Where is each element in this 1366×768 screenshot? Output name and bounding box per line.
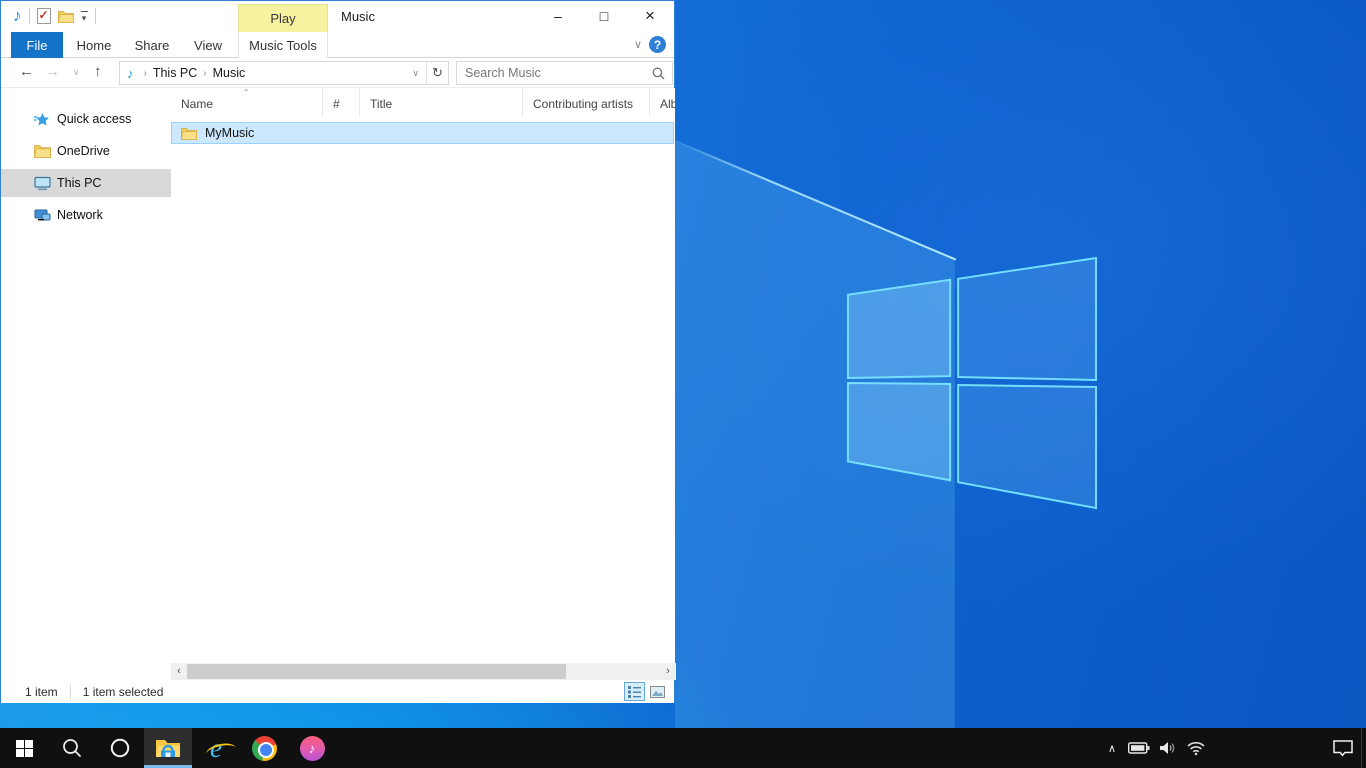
action-center-icon[interactable] (1333, 740, 1353, 757)
music-app-icon: ♪ (13, 6, 22, 26)
search-icon (652, 67, 665, 80)
breadcrumb-chevron-icon: › (144, 68, 147, 79)
cortana-button[interactable] (96, 728, 144, 768)
minimize-button[interactable]: – (535, 1, 581, 31)
taskbar-search-button[interactable] (48, 728, 96, 768)
scroll-right-icon[interactable]: › (660, 663, 676, 680)
volume-icon[interactable] (1160, 741, 1177, 755)
battery-icon[interactable] (1128, 742, 1150, 754)
breadcrumb-chevron-icon: › (203, 68, 206, 79)
quick-access-toolbar: ♪ ✓ ▾ (13, 6, 96, 26)
itunes-icon: ♪ (300, 736, 325, 761)
column-header-name[interactable]: ⌃ Name (171, 88, 323, 117)
selection-count: 1 item selected (83, 685, 164, 699)
internet-explorer-icon: e (210, 735, 222, 761)
thumbnail-view-icon (650, 686, 665, 698)
folder-icon (181, 127, 197, 140)
title-bar: ♪ ✓ ▾ Play Music – □ × (1, 1, 674, 32)
recent-locations-icon[interactable]: ∨ (73, 67, 80, 78)
forward-button[interactable]: → (45, 63, 60, 80)
computer-icon (34, 176, 51, 191)
wifi-icon[interactable] (1187, 741, 1205, 755)
sidebar-item-network[interactable]: Network (1, 201, 171, 229)
column-headers: ⌃ Name # Title Contributing artists Alb (171, 88, 675, 117)
thumbnail-view-button[interactable] (647, 682, 668, 701)
start-button[interactable] (0, 728, 48, 768)
search-input[interactable]: Search Music (456, 61, 673, 85)
column-header-number[interactable]: # (323, 88, 360, 117)
toolbar-separator (95, 8, 96, 24)
onedrive-folder-icon (34, 144, 51, 158)
tab-file[interactable]: File (11, 32, 63, 58)
maximize-button[interactable]: □ (581, 1, 627, 31)
windows-logo (843, 250, 1101, 518)
navigation-pane: Quick access OneDrive This PC (1, 88, 171, 680)
quick-access-star-icon (34, 112, 51, 127)
hidden-icons-chevron[interactable]: ∧ (1108, 742, 1116, 755)
address-bar[interactable]: ♪ › This PC › Music ∨ ↻ (119, 61, 449, 85)
tab-home[interactable]: Home (71, 32, 117, 58)
navigation-bar: ← → ∨ ↑ ♪ › This PC › Music ∨ ↻ Search M… (1, 58, 674, 88)
tab-view[interactable]: View (185, 32, 231, 58)
column-header-album[interactable]: Alb (650, 88, 675, 117)
expand-ribbon-icon[interactable]: ∨ (634, 38, 642, 51)
chrome-icon (252, 736, 277, 761)
sort-ascending-icon: ⌃ (243, 88, 250, 97)
new-folder-icon[interactable] (58, 10, 74, 23)
column-header-title[interactable]: Title (360, 88, 523, 117)
status-bar: 1 item 1 item selected (1, 680, 674, 703)
scroll-left-icon[interactable]: ‹ (171, 663, 187, 680)
horizontal-scrollbar[interactable]: ‹ › (171, 663, 676, 680)
toolbar-separator (29, 8, 30, 24)
tab-share[interactable]: Share (125, 32, 179, 58)
sidebar-item-quick-access[interactable]: Quick access (1, 105, 171, 133)
music-location-icon: ♪ (127, 66, 134, 81)
taskbar-file-explorer-button[interactable] (144, 728, 192, 768)
help-icon[interactable]: ? (649, 36, 666, 53)
taskbar: e ♪ ∧ (0, 728, 1366, 768)
ribbon-tab-bar: File Home Share View Music Tools ∨ ? (1, 32, 674, 58)
file-list: ⌃ Name # Title Contributing artists Alb … (171, 88, 675, 663)
refresh-icon[interactable]: ↻ (426, 62, 448, 84)
itunes-button[interactable]: ♪ (288, 728, 336, 768)
file-row-mymusic[interactable]: MyMusic (171, 122, 674, 144)
network-icon (34, 208, 51, 223)
breadcrumb-this-pc[interactable]: This PC (153, 66, 197, 80)
tab-music-tools[interactable]: Music Tools (238, 32, 328, 58)
window-title: Music (341, 9, 375, 24)
details-view-button[interactable] (624, 682, 645, 701)
up-button[interactable]: ↑ (94, 63, 102, 80)
sidebar-item-onedrive[interactable]: OneDrive (1, 137, 171, 165)
search-icon (62, 738, 82, 758)
search-placeholder: Search Music (465, 66, 541, 80)
contextual-tab-header-play[interactable]: Play (238, 4, 328, 32)
file-name: MyMusic (205, 126, 254, 140)
chrome-button[interactable] (240, 728, 288, 768)
cortana-icon (109, 737, 131, 759)
close-button[interactable]: × (627, 1, 673, 31)
view-switcher (624, 682, 668, 701)
details-view-icon (628, 686, 641, 698)
breadcrumb-music[interactable]: Music (213, 66, 246, 80)
explorer-window: ♪ ✓ ▾ Play Music – □ × File Home Share V… (0, 0, 675, 703)
show-desktop-button[interactable] (1361, 728, 1366, 768)
internet-explorer-button[interactable]: e (192, 728, 240, 768)
sidebar-item-this-pc[interactable]: This PC (1, 169, 171, 197)
back-button[interactable]: ← (19, 63, 34, 80)
windows-start-icon (16, 740, 33, 757)
window-controls: – □ × (535, 1, 673, 31)
column-header-contributing-artists[interactable]: Contributing artists (523, 88, 650, 117)
customize-toolbar-icon[interactable]: ▾ (81, 11, 88, 22)
properties-icon[interactable]: ✓ (37, 8, 51, 24)
system-tray: ∧ (1108, 728, 1361, 768)
scrollbar-thumb[interactable] (187, 664, 566, 679)
items-count: 1 item (25, 685, 58, 699)
status-separator (70, 685, 71, 699)
file-explorer-icon (155, 738, 181, 759)
address-dropdown-icon[interactable]: ∨ (405, 68, 426, 79)
